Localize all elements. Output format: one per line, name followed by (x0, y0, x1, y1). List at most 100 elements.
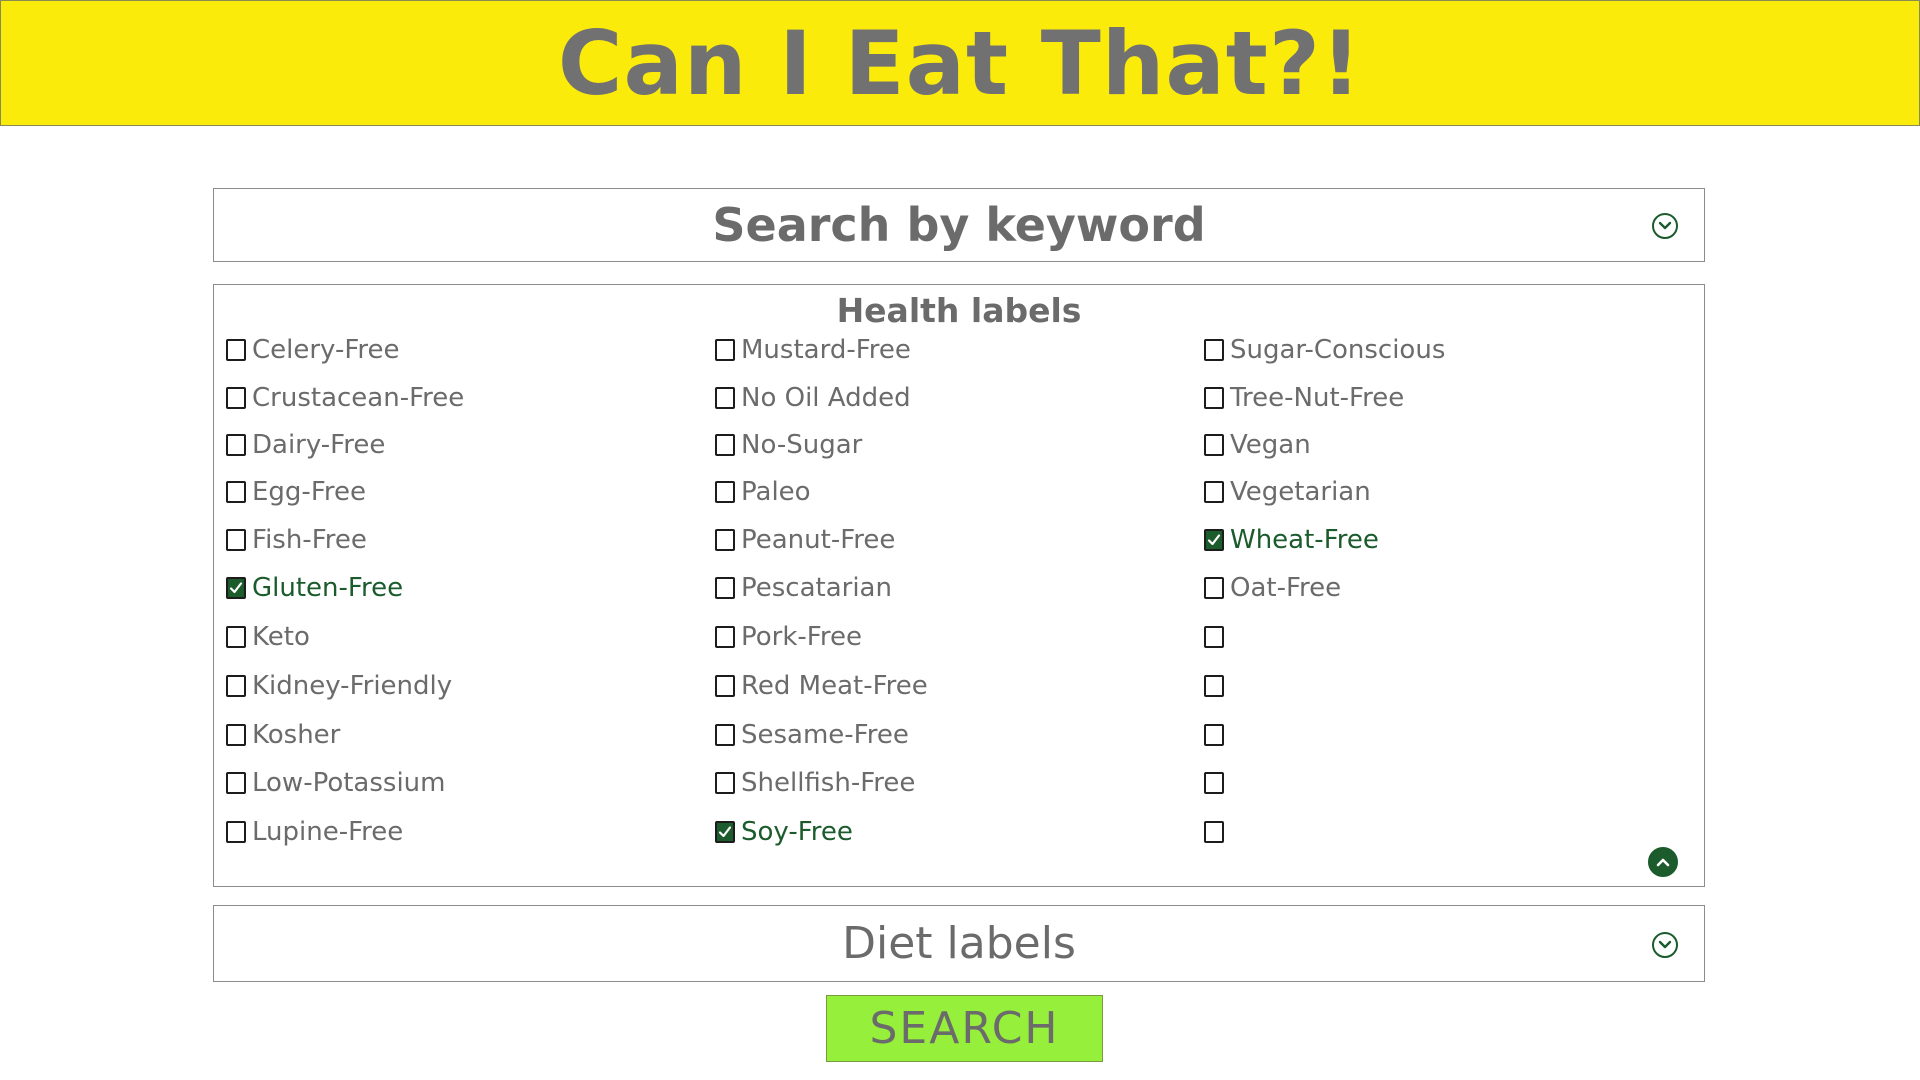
health-option-empty[interactable] (1204, 620, 1224, 654)
health-checkbox[interactable] (715, 772, 735, 794)
health-option-empty[interactable] (1204, 669, 1224, 703)
health-checkbox[interactable] (226, 529, 246, 551)
health-option-label: Kosher (252, 720, 341, 750)
health-option-pescatarian[interactable]: Pescatarian (715, 571, 892, 605)
health-option-kidney-friendly[interactable]: Kidney-Friendly (226, 669, 452, 703)
health-option-shellfish-free[interactable]: Shellfish-Free (715, 766, 915, 800)
health-option-mustard-free[interactable]: Mustard-Free (715, 333, 911, 367)
health-option-label: Pescatarian (741, 573, 892, 603)
health-option-keto[interactable]: Keto (226, 620, 310, 654)
health-checkbox[interactable] (715, 675, 735, 697)
health-checkbox[interactable] (1204, 675, 1224, 697)
search-button[interactable]: SEARCH (826, 995, 1103, 1062)
health-option-label: Kidney-Friendly (252, 671, 453, 701)
health-option-label: Low-Potassium (252, 768, 446, 798)
health-checkbox[interactable] (226, 821, 246, 843)
health-option-label: Egg-Free (252, 477, 366, 507)
health-checkbox[interactable] (715, 577, 735, 599)
health-option-no-sugar[interactable]: No-Sugar (715, 428, 862, 462)
health-checkbox[interactable] (226, 577, 246, 599)
health-labels-title: Health labels (836, 291, 1082, 330)
health-option-label: Sugar-Conscious (1230, 335, 1446, 365)
health-option-lupine-free[interactable]: Lupine-Free (226, 815, 403, 849)
diet-labels-panel[interactable]: Diet labels (213, 905, 1705, 982)
health-option-fish-free[interactable]: Fish-Free (226, 523, 367, 557)
health-option-empty[interactable] (1204, 718, 1224, 752)
health-option-label: Dairy-Free (252, 430, 386, 460)
health-checkbox[interactable] (226, 387, 246, 409)
health-option-celery-free[interactable]: Celery-Free (226, 333, 400, 367)
health-checkbox[interactable] (1204, 821, 1224, 843)
health-option-empty[interactable] (1204, 766, 1224, 800)
health-option-vegetarian[interactable]: Vegetarian (1204, 475, 1371, 509)
health-checkbox[interactable] (715, 529, 735, 551)
health-checkbox[interactable] (226, 675, 246, 697)
health-checkbox[interactable] (226, 339, 246, 361)
health-option-label: Crustacean-Free (252, 383, 465, 413)
health-option-peanut-free[interactable]: Peanut-Free (715, 523, 895, 557)
health-option-wheat-free[interactable]: Wheat-Free (1204, 523, 1379, 557)
health-checkbox[interactable] (1204, 724, 1224, 746)
health-checkbox[interactable] (1204, 577, 1224, 599)
health-option-oat-free[interactable]: Oat-Free (1204, 571, 1341, 605)
health-checkbox[interactable] (1204, 339, 1224, 361)
health-labels-panel: Health labels Celery-Free Crustacean-Free… (213, 284, 1705, 887)
health-checkbox[interactable] (715, 626, 735, 648)
health-option-label: Gluten-Free (252, 573, 404, 603)
health-checkbox[interactable] (715, 434, 735, 456)
health-checkbox[interactable] (715, 481, 735, 503)
health-option-label: No-Sugar (741, 430, 863, 460)
health-checkbox[interactable] (715, 387, 735, 409)
health-option-label: Paleo (741, 477, 811, 507)
health-option-label: Wheat-Free (1230, 525, 1379, 555)
health-option-label: Red Meat-Free (741, 671, 928, 701)
health-checkbox[interactable] (1204, 387, 1224, 409)
chevron-down-circle-icon[interactable] (1652, 932, 1678, 958)
health-option-tree-nut-free[interactable]: Tree-Nut-Free (1204, 381, 1404, 415)
health-checkbox[interactable] (226, 434, 246, 456)
health-checkbox[interactable] (715, 724, 735, 746)
checkmark-icon (1207, 534, 1221, 546)
health-checkbox[interactable] (1204, 481, 1224, 503)
health-option-gluten-free[interactable]: Gluten-Free (226, 571, 403, 605)
health-option-label: Keto (252, 622, 310, 652)
health-option-no-oil-added[interactable]: No Oil Added (715, 381, 911, 415)
health-checkbox[interactable] (226, 772, 246, 794)
health-option-label: Celery-Free (252, 335, 400, 365)
health-option-label: Oat-Free (1230, 573, 1342, 603)
health-option-kosher[interactable]: Kosher (226, 718, 340, 752)
health-option-label: Vegetarian (1230, 477, 1371, 507)
health-option-label: No Oil Added (741, 383, 911, 413)
health-checkbox[interactable] (1204, 529, 1224, 551)
health-checkbox[interactable] (1204, 434, 1224, 456)
health-option-low-potassium[interactable]: Low-Potassium (226, 766, 446, 800)
app-title: Can I Eat That?! (557, 11, 1363, 115)
health-checkbox[interactable] (1204, 626, 1224, 648)
health-option-soy-free[interactable]: Soy-Free (715, 815, 853, 849)
health-option-crustacean-free[interactable]: Crustacean-Free (226, 381, 464, 415)
chevron-up-circle-icon[interactable] (1648, 847, 1678, 877)
health-option-pork-free[interactable]: Pork-Free (715, 620, 862, 654)
health-checkbox[interactable] (226, 626, 246, 648)
health-option-vegan[interactable]: Vegan (1204, 428, 1311, 462)
health-option-egg-free[interactable]: Egg-Free (226, 475, 366, 509)
health-option-red-meat-free[interactable]: Red Meat-Free (715, 669, 928, 703)
health-checkbox[interactable] (226, 481, 246, 503)
health-checkbox[interactable] (715, 339, 735, 361)
health-option-dairy-free[interactable]: Dairy-Free (226, 428, 385, 462)
health-checkbox[interactable] (715, 821, 735, 843)
health-checkbox[interactable] (1204, 772, 1224, 794)
health-checkbox[interactable] (226, 724, 246, 746)
chevron-down-circle-icon[interactable] (1652, 213, 1678, 239)
health-option-paleo[interactable]: Paleo (715, 475, 811, 509)
health-option-label: Mustard-Free (741, 335, 911, 365)
checkmark-icon (229, 582, 243, 594)
keyword-search-panel[interactable]: Search by keyword (213, 188, 1705, 262)
diet-labels-label: Diet labels (842, 918, 1076, 969)
health-option-sugar-conscious[interactable]: Sugar-Conscious (1204, 333, 1445, 367)
checkmark-icon (718, 826, 732, 838)
health-option-label: Shellfish-Free (741, 768, 916, 798)
health-option-label: Pork-Free (741, 622, 862, 652)
health-option-empty[interactable] (1204, 815, 1224, 849)
health-option-sesame-free[interactable]: Sesame-Free (715, 718, 909, 752)
